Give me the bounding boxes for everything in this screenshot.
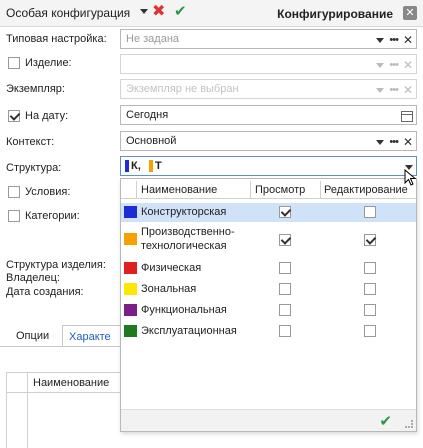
product-field: ••• ✕ (120, 54, 417, 74)
instance-field: Экземпляр не выбран ••• ✕ (120, 79, 417, 99)
dropdown-footer: ✔ (121, 409, 416, 431)
categories-label: Категории: (25, 210, 80, 222)
col-name[interactable]: Наименование (141, 184, 217, 196)
title-bar: Особая конфигурация ✖ ✔ Конфигурирование… (0, 0, 423, 27)
conditions-label: Условия: (25, 186, 71, 198)
color-swatch (124, 283, 137, 295)
list-item[interactable]: Производственно- технологическая (121, 223, 416, 256)
color-swatch (124, 233, 137, 245)
confirm-icon[interactable]: ✔ (379, 412, 392, 430)
color-swatch (124, 262, 137, 274)
edit-checkbox[interactable] (364, 262, 376, 274)
more-icon[interactable]: ••• (389, 35, 399, 46)
grid-header: Наименование (7, 373, 121, 393)
more-icon: ••• (389, 59, 399, 71)
structure-name: Функциональная (141, 304, 227, 316)
product-label: Изделие: (25, 57, 72, 69)
list-item[interactable]: Эксплуатационная (121, 322, 416, 341)
view-checkbox[interactable] (279, 234, 291, 246)
characteristics-grid: Наименование (6, 372, 121, 448)
panel-title: Конфигурирование (277, 7, 393, 21)
edit-checkbox[interactable] (364, 325, 376, 337)
list-item[interactable]: Физическая (121, 259, 416, 278)
product-checkbox[interactable] (8, 57, 20, 69)
product-structure-label: Структура изделия: (6, 259, 106, 271)
structure-name: Физическая (141, 262, 202, 274)
typical-setting-label: Типовая настройка: (6, 33, 107, 45)
edit-checkbox[interactable] (364, 304, 376, 316)
color-swatch (124, 325, 137, 337)
context-field[interactable]: Основной ••• ✕ (120, 131, 417, 151)
on-date-field[interactable]: Сегодня (120, 105, 417, 125)
structure-label: Структура: (6, 162, 62, 174)
owner-label: Владелец: (6, 272, 60, 284)
structure-tag-t: Т (149, 160, 162, 173)
color-swatch (124, 206, 137, 218)
title-dropdown-icon[interactable] (140, 9, 148, 14)
header-sep (250, 181, 251, 199)
edit-checkbox[interactable] (364, 234, 376, 246)
list-item[interactable]: Функциональная (121, 301, 416, 320)
context-label: Контекст: (6, 136, 55, 148)
header-sep (320, 181, 321, 199)
edit-checkbox[interactable] (364, 206, 376, 218)
on-date-value: Сегодня (126, 109, 169, 121)
instance-placeholder: Экземпляр не выбран (126, 83, 239, 95)
creation-date-label: Дата создания: (6, 286, 84, 298)
apply-icon[interactable]: ✔ (174, 3, 187, 21)
grid-column-name[interactable]: Наименование (33, 377, 109, 389)
categories-checkbox[interactable] (8, 210, 20, 222)
col-edit[interactable]: Редактирование (324, 184, 408, 196)
tab-characteristics[interactable]: Характе (62, 325, 122, 347)
structure-dropdown: Наименование Просмотр Редактирование Кон… (120, 178, 417, 432)
on-date-label: На дату: (25, 110, 69, 122)
chevron-down-icon[interactable] (376, 37, 385, 43)
more-icon[interactable]: ••• (389, 137, 399, 148)
configuration-title[interactable]: Особая конфигурация (6, 6, 130, 20)
clear-icon[interactable]: ✕ (403, 136, 413, 148)
calendar-icon[interactable] (401, 110, 413, 122)
structure-name: Производственно- (141, 226, 235, 238)
typical-setting-value: Не задана (126, 33, 180, 45)
structure-name: Конструкторская (141, 206, 227, 218)
context-value: Основной (126, 135, 177, 147)
view-checkbox[interactable] (279, 206, 291, 218)
structure-name: Эксплуатационная (141, 325, 237, 337)
clear-icon: ✕ (402, 58, 413, 72)
chevron-down-icon[interactable] (376, 139, 385, 145)
list-item[interactable]: Зональная (121, 280, 416, 299)
view-checkbox[interactable] (279, 262, 291, 274)
structure-field[interactable]: К, Т (120, 156, 417, 176)
clear-icon: ✕ (402, 83, 413, 97)
close-icon[interactable]: ✕ (403, 6, 417, 20)
on-date-checkbox[interactable] (8, 110, 20, 122)
header-sep (136, 181, 137, 199)
view-checkbox[interactable] (279, 325, 291, 337)
mouse-cursor-icon (404, 169, 417, 186)
dropdown-header: Наименование Просмотр Редактирование (121, 181, 416, 199)
col-view[interactable]: Просмотр (255, 184, 305, 196)
view-checkbox[interactable] (279, 283, 291, 295)
structure-name: технологическая (141, 240, 227, 252)
view-checkbox[interactable] (279, 304, 291, 316)
edit-checkbox[interactable] (364, 283, 376, 295)
list-item[interactable]: Конструкторская (121, 203, 416, 222)
chevron-down-icon (376, 62, 385, 68)
tab-divider (0, 346, 120, 347)
conditions-checkbox[interactable] (8, 186, 20, 198)
color-swatch (124, 304, 137, 316)
structure-name: Зональная (141, 283, 197, 295)
tab-strip: Опции Характе (6, 325, 122, 347)
tab-options[interactable]: Опции (10, 325, 55, 347)
chevron-down-icon (376, 87, 385, 93)
instance-label: Экземпляр: (6, 83, 65, 95)
resize-grip-icon[interactable] (405, 420, 413, 428)
structure-tag-k: К, (125, 160, 141, 173)
more-icon: ••• (389, 84, 399, 96)
cancel-icon[interactable]: ✖ (152, 3, 165, 21)
grid-divider (27, 373, 28, 448)
typical-setting-field[interactable]: Не задана ••• ✕ (120, 29, 417, 49)
clear-icon[interactable]: ✕ (403, 34, 413, 46)
